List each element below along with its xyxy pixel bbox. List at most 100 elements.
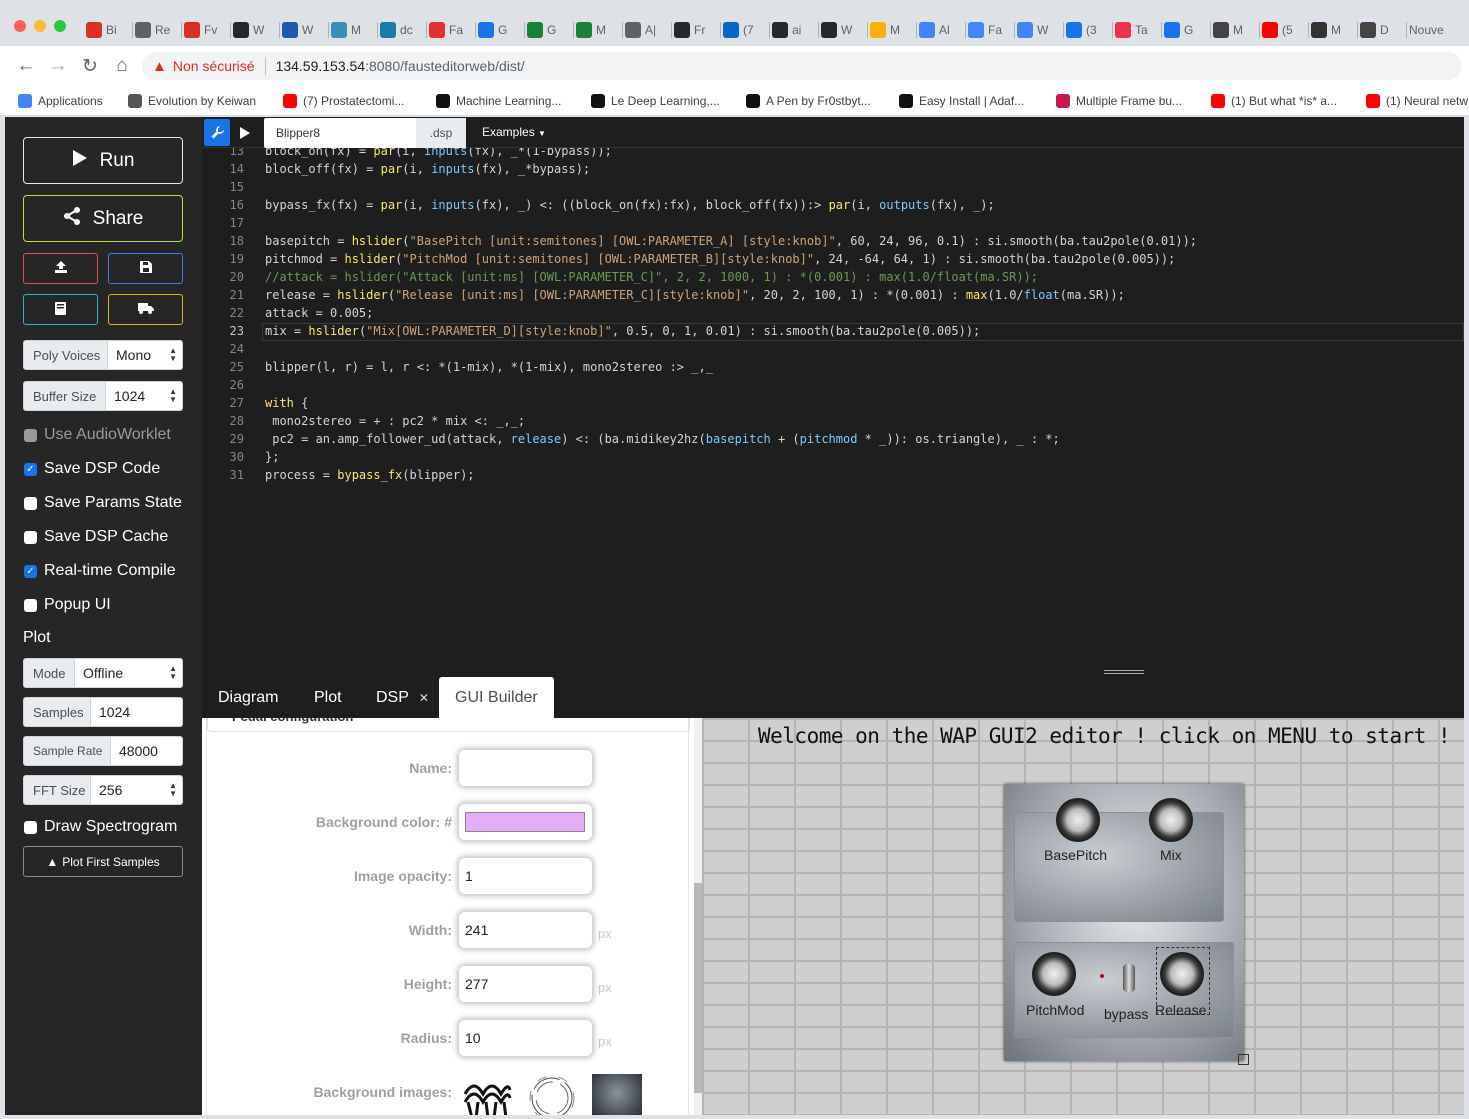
playstation-icon — [1311, 22, 1327, 38]
mode-select[interactable]: Offline ▲ ▼ — [75, 658, 183, 688]
browser-tab[interactable]: Bi — [86, 17, 129, 43]
background-color-input[interactable] — [459, 804, 592, 840]
bg-image-metal-thumbnail[interactable] — [592, 1074, 642, 1115]
radius-input[interactable]: 10 — [459, 1020, 592, 1056]
browser-tab[interactable]: M — [1311, 17, 1354, 43]
save-dsp-code-checkbox[interactable]: ✓ Save DSP Code — [24, 460, 160, 478]
browser-tab[interactable]: A| — [625, 17, 668, 43]
browser-tab[interactable]: D — [1360, 17, 1403, 43]
browser-tab[interactable]: Fa — [429, 17, 472, 43]
minimize-window-button[interactable] — [34, 20, 46, 32]
browser-tab[interactable]: M — [331, 17, 374, 43]
browser-tab[interactable]: Nouve — [1409, 17, 1453, 43]
browser-tab[interactable]: W — [821, 17, 864, 43]
realtime-compile-checkbox[interactable]: ✓ Real-time Compile — [24, 562, 176, 580]
basepitch-knob[interactable] — [1056, 798, 1100, 842]
browser-tab-label: M — [351, 23, 361, 37]
select-caret-icon: ▲ ▼ — [169, 346, 177, 363]
browser-tab[interactable]: M — [576, 17, 619, 43]
bookmark-item[interactable]: (1) Neural netw — [1366, 92, 1468, 110]
address-bar[interactable]: ▲ Non sécurisé 134.59.153.54 :8080/faust… — [142, 52, 1462, 80]
close-icon[interactable]: ✕ — [419, 691, 429, 705]
pedal-configuration-heading[interactable]: Pedal configuration — [207, 718, 690, 732]
play-icon[interactable] — [232, 119, 258, 146]
bookmark-item[interactable]: (7) Prostatectomi... — [283, 92, 404, 110]
browser-tab[interactable]: G — [478, 17, 521, 43]
tab-diagram[interactable]: Diagram — [202, 677, 294, 718]
close-window-button[interactable] — [14, 20, 26, 32]
back-arrow-icon[interactable]: ← — [12, 52, 40, 80]
wrench-icon[interactable] — [204, 119, 230, 146]
browser-tab[interactable]: W — [1017, 17, 1060, 43]
plot-first-samples-button[interactable]: ▲ Plot First Samples — [23, 846, 183, 877]
resize-handle[interactable] — [1238, 1054, 1249, 1065]
home-icon[interactable]: ⌂ — [108, 52, 136, 80]
browser-tab[interactable]: G — [1164, 17, 1207, 43]
browser-tab[interactable]: (5 — [1262, 17, 1305, 43]
browser-tab[interactable]: W — [233, 17, 276, 43]
bookmark-item[interactable]: Applications — [18, 92, 103, 110]
browser-tab[interactable]: Ta — [1115, 17, 1158, 43]
popup-ui-checkbox[interactable]: Popup UI — [24, 596, 111, 614]
browser-tab[interactable]: Fa — [968, 17, 1011, 43]
maximize-window-button[interactable] — [54, 20, 66, 32]
bookmark-item[interactable]: Le Deep Learning,... — [591, 92, 720, 110]
bypass-toggle-switch[interactable] — [1123, 964, 1135, 992]
bookmark-item[interactable]: (1) But what *is* a... — [1211, 92, 1337, 110]
image-opacity-row: Image opacity: 1 — [207, 858, 690, 898]
browser-tab[interactable]: Re — [135, 17, 178, 43]
bookmark-item[interactable]: Multiple Frame bu... — [1056, 92, 1182, 110]
reload-icon[interactable]: ↻ — [76, 52, 104, 80]
use-audioworklet-checkbox[interactable]: Use AudioWorklet — [24, 426, 171, 444]
upload-button[interactable] — [23, 253, 98, 284]
docs-button[interactable] — [23, 294, 98, 325]
pedal-preview[interactable]: BasePitch Mix PitchMod bypass Release — [1004, 784, 1249, 1065]
name-input[interactable] — [459, 750, 592, 786]
browser-tab[interactable]: M — [870, 17, 913, 43]
tab-gui-builder[interactable]: GUI Builder — [439, 677, 554, 718]
bg-image-rings-thumbnail[interactable] — [527, 1074, 577, 1115]
tab-dsp[interactable]: DSP ✕ — [360, 677, 445, 718]
examples-dropdown[interactable]: Examples ▼ — [482, 125, 546, 139]
browser-tab[interactable]: M — [1213, 17, 1256, 43]
bg-image-arches-thumbnail[interactable] — [462, 1074, 512, 1115]
bookmark-item[interactable]: Machine Learning... — [436, 92, 561, 110]
save-button[interactable] — [108, 253, 183, 284]
line-number: 26 — [229, 378, 244, 392]
browser-tab[interactable]: ai — [772, 17, 815, 43]
bookmark-item[interactable]: A Pen by Fr0stbyt... — [746, 92, 871, 110]
browser-tab[interactable]: (3 — [1066, 17, 1109, 43]
image-opacity-input[interactable]: 1 — [459, 858, 592, 894]
code-editor[interactable]: 13 block_on(fx) = par(i, inputs(fx), _*(1… — [202, 148, 1464, 668]
filename-input[interactable]: Blipper8 — [264, 118, 416, 148]
browser-tab[interactable]: Al — [919, 17, 962, 43]
share-button[interactable]: Share — [23, 195, 183, 242]
save-dsp-cache-checkbox[interactable]: Save DSP Cache — [24, 528, 168, 546]
browser-tab[interactable]: (7 — [723, 17, 766, 43]
browser-tab[interactable]: Fv — [184, 17, 227, 43]
browser-tab[interactable]: W — [282, 17, 325, 43]
samples-input[interactable]: 1024 — [91, 697, 183, 727]
bookmark-item[interactable]: Evolution by Keiwan — [128, 92, 256, 110]
bookmark-item[interactable]: Easy Install | Adaf... — [899, 92, 1024, 110]
export-button[interactable] — [108, 294, 183, 325]
sample-rate-input[interactable]: 48000 — [111, 736, 183, 766]
run-button[interactable]: Run — [23, 137, 183, 184]
browser-tab[interactable]: G — [527, 17, 570, 43]
color-swatch[interactable] — [465, 812, 585, 832]
draw-spectrogram-checkbox[interactable]: Draw Spectrogram — [24, 818, 177, 836]
poly-voices-select[interactable]: Mono ▲ ▼ — [108, 340, 183, 370]
fft-size-select[interactable]: 256 ▲ ▼ — [91, 775, 183, 805]
browser-tab[interactable]: dc — [380, 17, 423, 43]
width-input[interactable]: 241 — [459, 912, 592, 948]
pitchmod-knob[interactable] — [1032, 952, 1076, 996]
height-input[interactable]: 277 — [459, 966, 592, 1002]
release-knob[interactable] — [1160, 952, 1204, 996]
tab-plot[interactable]: Plot — [298, 677, 358, 718]
mix-knob[interactable] — [1149, 798, 1193, 842]
buffer-size-select[interactable]: 1024 ▲ ▼ — [106, 381, 183, 411]
save-params-state-checkbox[interactable]: Save Params State — [24, 494, 182, 512]
bookmarks-bar: Applications Evolution by Keiwan (7) Prost… — [0, 86, 1469, 116]
browser-tab[interactable]: Fr — [674, 17, 717, 43]
forward-arrow-icon[interactable]: → — [44, 52, 72, 80]
